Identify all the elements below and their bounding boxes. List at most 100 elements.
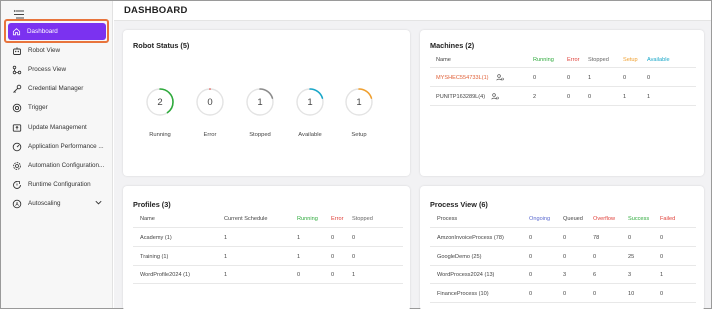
process-view-card: Process View (6) Process Ongoing Queued … <box>420 186 704 309</box>
sidebar-item-label: Credential Manager <box>28 85 84 92</box>
gauge-value: 2 <box>157 96 163 108</box>
overflow-count: 6 <box>593 272 597 278</box>
failed-count: 0 <box>660 254 664 260</box>
divider <box>430 67 696 68</box>
column-header-name: Name <box>436 57 451 63</box>
sidebar-item-autoscaling[interactable]: A Autoscaling <box>9 195 109 212</box>
running-count: 0 <box>297 272 301 278</box>
sidebar-item-label: Process View <box>28 66 67 73</box>
overflow-count: 0 <box>593 254 597 260</box>
sidebar-item-process-view[interactable]: Process View <box>9 61 109 78</box>
status-gauge-error[interactable]: 0 <box>195 87 225 117</box>
gear-icon <box>12 161 22 171</box>
divider <box>133 246 403 247</box>
robot-status-title: Robot Status (5) <box>133 41 190 50</box>
profile-name[interactable]: Training (1) <box>140 254 168 260</box>
autoscaling-icon: A <box>12 199 22 209</box>
sidebar-item-runtime-configuration[interactable]: Runtime Configuration <box>9 176 109 193</box>
queued-count: 0 <box>563 235 567 241</box>
failed-count: 0 <box>660 291 664 297</box>
chevron-down-icon[interactable] <box>94 198 103 209</box>
gauge-value: 1 <box>356 96 362 108</box>
column-header-name: Name <box>140 216 155 222</box>
profile-name[interactable]: WordProfile2024 (1) <box>140 272 190 278</box>
sidebar-item-dashboard[interactable]: Dashboard <box>8 23 106 40</box>
column-header-queued: Queued <box>563 216 583 222</box>
column-header-failed: Failed <box>660 216 676 222</box>
machine-name-link[interactable]: PUNITP163289L(4) <box>436 94 485 100</box>
process-view-table: Process Ongoing Queued Overflow Success … <box>420 186 704 309</box>
sidebar-item-robot-view[interactable]: Robot View <box>9 42 109 59</box>
machine-settings-icon[interactable] <box>491 93 499 102</box>
divider <box>430 265 696 266</box>
running-count: 1 <box>297 254 301 260</box>
success-count: 3 <box>628 272 632 278</box>
machine-name-link[interactable]: MYSHEC554733L(1) <box>436 75 489 81</box>
error-count: 0 <box>567 75 571 81</box>
status-gauge-available[interactable]: 1 <box>295 87 325 117</box>
success-count: 10 <box>628 291 635 297</box>
gauge-value: 0 <box>207 96 213 108</box>
column-header-current-schedule: Current Schedule <box>224 216 268 222</box>
gauge-value: 1 <box>307 96 313 108</box>
collapse-menu-icon[interactable] <box>13 7 25 19</box>
current-schedule: 1 <box>224 254 228 260</box>
column-header-available: Available <box>647 57 670 63</box>
failed-count: 1 <box>660 272 664 278</box>
current-schedule: 1 <box>224 272 228 278</box>
sidebar-item-credential-manager[interactable]: Credential Manager <box>9 80 109 97</box>
sidebar-item-application-performance[interactable]: Application Performance ... <box>9 138 109 155</box>
status-gauge-setup[interactable]: 1 <box>344 87 374 117</box>
setup-count: 0 <box>623 75 627 81</box>
stopped-count: 0 <box>352 254 356 260</box>
process-name[interactable]: GoogleDemo (25) <box>437 254 481 260</box>
process-icon <box>12 65 22 75</box>
status-gauge-running[interactable]: 2 <box>145 87 175 117</box>
machine-settings-icon[interactable] <box>496 74 504 83</box>
divider <box>430 86 696 87</box>
profile-name[interactable]: Academy (1) <box>140 235 172 241</box>
stopped-count: 0 <box>352 235 356 241</box>
sidebar-item-update-management[interactable]: Update Management <box>9 119 109 136</box>
sidebar-item-label: Runtime Configuration <box>28 181 91 188</box>
overflow-count: 0 <box>593 291 597 297</box>
dashboard-content: Robot Status (5) 2 Running 0 Error 1 Stopped 1… <box>114 21 711 309</box>
sidebar-item-trigger[interactable]: Trigger <box>9 99 109 116</box>
gauge-value: 1 <box>257 96 263 108</box>
error-count: 0 <box>567 94 571 100</box>
column-header-error: Error <box>331 216 344 222</box>
column-header-running: Running <box>533 57 554 63</box>
divider <box>133 265 403 266</box>
current-schedule: 1 <box>224 235 228 241</box>
divider <box>430 227 696 228</box>
sidebar-item-automation-configuration[interactable]: Automation Configuration... <box>9 157 109 174</box>
gauge-label: Setup <box>351 132 367 138</box>
robot-status-card: Robot Status (5) 2 Running 0 Error 1 Stopped 1… <box>123 30 410 176</box>
robot-icon <box>12 46 22 56</box>
running-count: 0 <box>533 75 537 81</box>
runtime-icon <box>12 180 22 190</box>
column-header-running: Running <box>297 216 318 222</box>
column-header-success: Success <box>628 216 650 222</box>
process-name[interactable]: FinanceProcess (10) <box>437 291 489 297</box>
success-count: 0 <box>628 235 632 241</box>
process-name[interactable]: WordProcess2024 (13) <box>437 272 494 278</box>
machines-card: Machines (2) Name Running Error Stopped … <box>420 30 704 176</box>
divider <box>133 227 403 228</box>
ongoing-count: 0 <box>529 235 533 241</box>
ongoing-count: 0 <box>529 272 533 278</box>
running-count: 1 <box>297 235 301 241</box>
update-icon <box>12 123 22 133</box>
status-gauge-stopped[interactable]: 1 <box>245 87 275 117</box>
ongoing-count: 0 <box>529 254 533 260</box>
sidebar-item-label: Dashboard <box>27 28 58 35</box>
divider <box>430 283 696 284</box>
error-count: 0 <box>331 235 335 241</box>
home-icon <box>11 27 21 37</box>
performance-icon <box>12 142 22 152</box>
queued-count: 0 <box>563 291 567 297</box>
process-name[interactable]: AmzonInvoiceProcess (78) <box>437 235 504 241</box>
failed-count: 0 <box>660 235 664 241</box>
sidebar-item-label: Trigger <box>28 104 48 111</box>
queued-count: 3 <box>563 272 567 278</box>
